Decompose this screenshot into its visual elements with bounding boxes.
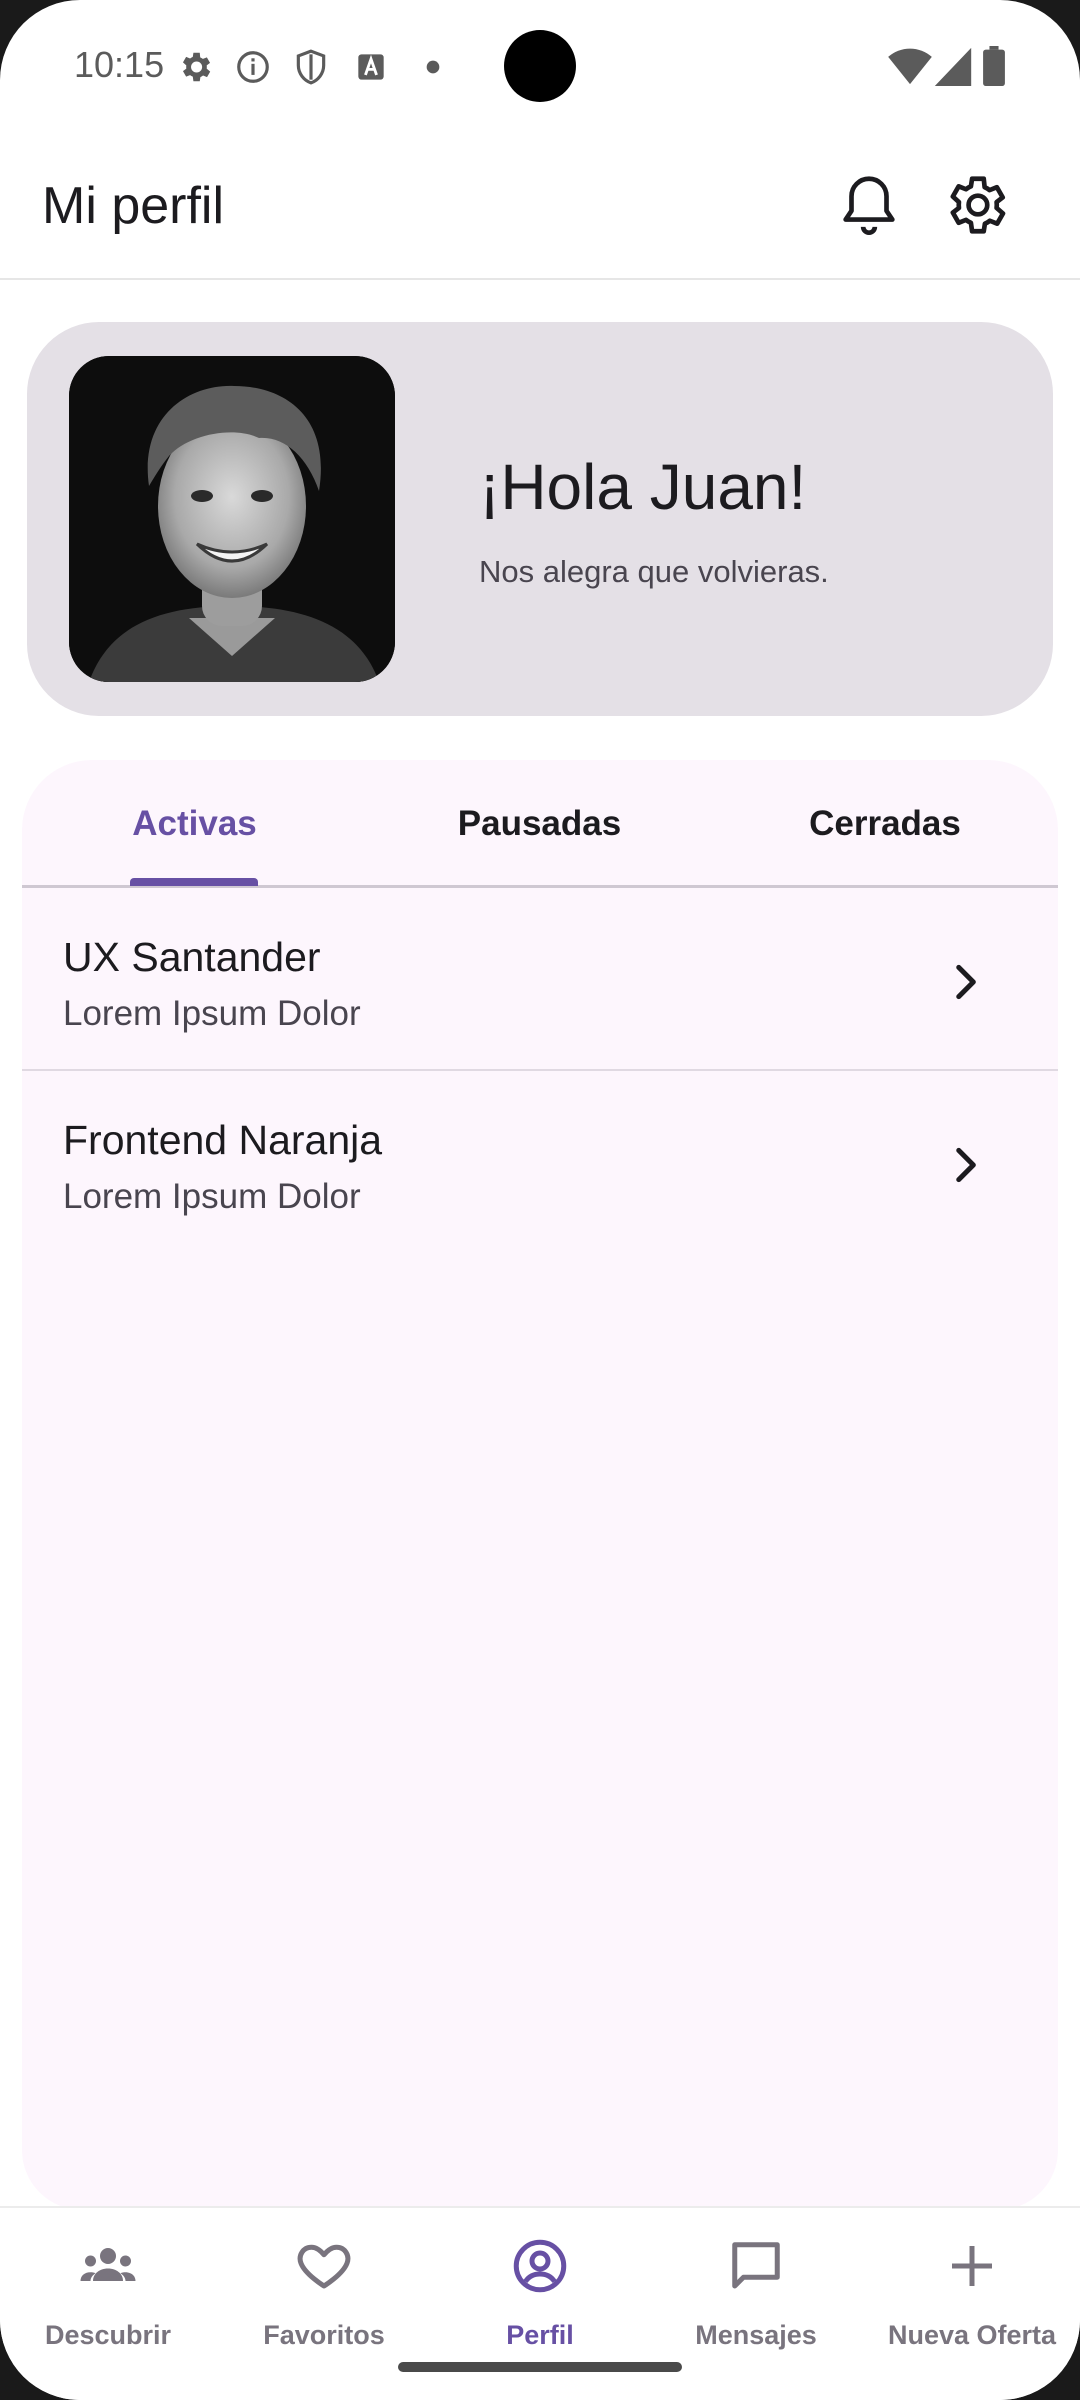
settings-icon [182,52,211,82]
nav-nueva-oferta[interactable]: Nueva Oferta [864,2228,1080,2378]
avatar[interactable] [69,356,395,682]
heart-icon [297,2244,351,2289]
greeting-card: ¡Hola Juan! Nos alegra que volvieras. [27,322,1053,716]
row-divider [22,1069,1058,1071]
nav-label: Perfil [506,2320,574,2350]
chevron-right-icon [956,964,976,1000]
gear-icon[interactable] [940,170,1010,240]
avatar-photo [69,356,395,682]
list-item[interactable]: Frontend Naranja Lorem Ipsum Dolor [22,1073,1058,1255]
plus-icon [952,2246,992,2286]
tab-cerradas[interactable]: Cerradas [712,760,1058,888]
people-icon [80,2248,136,2281]
battery-icon [983,46,1005,86]
list-item[interactable]: UX Santander Lorem Ipsum Dolor [22,890,1058,1072]
greeting-title: ¡Hola Juan! [479,451,807,523]
chat-icon [732,2242,780,2289]
wifi-icon [888,48,932,85]
text-a-icon [358,54,384,80]
nav-favoritos[interactable]: Favoritos [216,2228,432,2378]
phone-screen: 10:15 Mi perfil ¡Hola Juan! Nos alegra q… [0,0,1080,2400]
bell-icon[interactable] [834,170,904,240]
chevron-right-icon [956,1147,976,1183]
nav-label: Mensajes [695,2320,817,2350]
account-circle-icon [513,2239,567,2293]
tab-indicator [130,878,258,886]
info-icon [237,51,269,83]
signal-icon [934,47,972,86]
page-title: Mi perfil [42,177,225,235]
status-time: 10:15 [74,44,165,85]
app-bar: Mi perfil [0,130,1080,280]
gesture-bar[interactable] [398,2362,682,2372]
nav-perfil[interactable]: Perfil [432,2228,648,2378]
status-bar: 10:15 [0,0,1080,130]
tab-pausadas[interactable]: Pausadas [367,760,712,888]
nav-label: Descubrir [44,2320,172,2350]
offers-panel: Activas Pausadas Cerradas UX Santander L… [22,760,1058,2210]
nav-mensajes[interactable]: Mensajes [648,2228,864,2378]
shield-icon [296,49,326,85]
nav-descubrir[interactable]: Descubrir [0,2228,216,2378]
offer-subtitle: Lorem Ipsum Dolor [63,1177,361,1216]
camera-cutout [504,30,576,102]
nav-label: Favoritos [263,2320,385,2350]
dot-icon [426,60,440,74]
offer-title: Frontend Naranja [63,1117,383,1163]
offer-title: UX Santander [63,934,321,980]
nav-label: Nueva Oferta [887,2320,1057,2350]
offer-subtitle: Lorem Ipsum Dolor [63,994,361,1033]
tab-bar: Activas Pausadas Cerradas [22,760,1058,888]
tab-activas[interactable]: Activas [22,760,367,888]
greeting-subtitle: Nos alegra que volvieras. [479,554,829,589]
